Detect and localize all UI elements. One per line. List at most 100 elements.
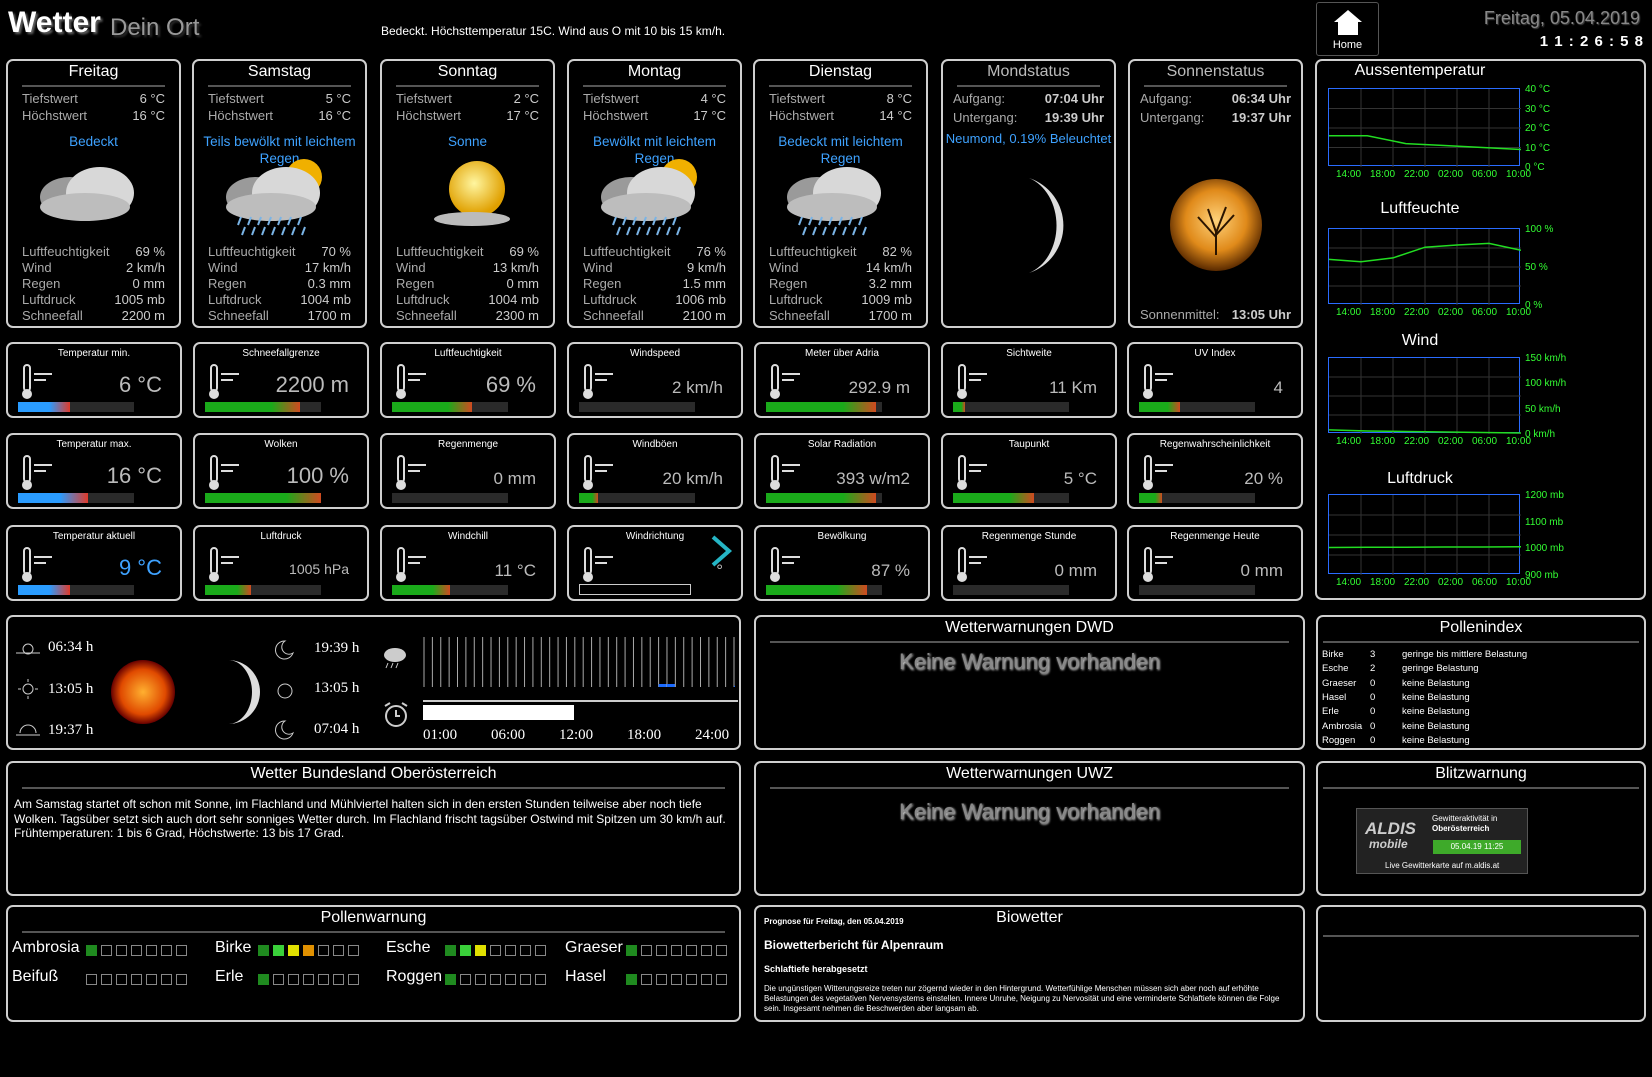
uv-index-icon — [1143, 364, 1173, 399]
sensor-level-fill — [205, 402, 301, 412]
wind-row: Wind 9 km/h — [583, 260, 726, 275]
pollen-level-box — [86, 974, 97, 986]
rain-probability-icon — [1143, 455, 1173, 490]
pollen-level-box — [348, 945, 359, 957]
sunrise-icon — [16, 643, 40, 655]
alarm-clock-icon — [384, 702, 408, 727]
thermometer-max-icon — [22, 455, 52, 490]
sensor-solar-radiation: Solar Radiation 393 w/m2 — [754, 433, 930, 509]
graph-x-tick: 18:00 — [1370, 169, 1396, 180]
graph-y-tick: 1100 mb — [1525, 516, 1564, 528]
pollen-level-box — [303, 974, 314, 986]
sensor-level-bar — [18, 493, 134, 503]
sensor-windböen: Windböen 20 km/h — [567, 433, 743, 509]
pollenindex-text: keine Belastung — [1402, 706, 1470, 718]
sensor-windchill: Windchill 11 °C — [380, 525, 556, 601]
sensor-level-bar — [205, 585, 321, 595]
thermometer-min-icon — [22, 364, 52, 399]
wind-direction-icon — [583, 547, 613, 582]
rain-hour-bar — [658, 684, 667, 687]
sensor-level-fill — [766, 585, 867, 595]
daylight-time-tick: 12:00 — [559, 727, 594, 743]
graph-y-tick: 100 km/h — [1525, 378, 1567, 390]
snowline-row: Schneefall 1700 m — [769, 308, 912, 323]
pollenwarning-title: Pollenwarnung — [320, 909, 427, 926]
sensor-level-fill — [766, 493, 877, 503]
sun-sphere-icon — [1170, 179, 1262, 271]
graph-y-tick: 1000 mb — [1525, 543, 1564, 555]
pollen-level-box — [460, 974, 471, 986]
pollen-level-box — [535, 945, 546, 957]
pollenindex-text: keine Belastung — [1402, 734, 1470, 746]
graph-x-tick: 02:00 — [1438, 169, 1464, 180]
sensor-title: Regenwahrscheinlichkeit — [1159, 439, 1271, 450]
sensor-level-bar — [953, 493, 1069, 503]
pollenindex-name: Roggen — [1322, 734, 1356, 746]
sensor-level-bar — [1139, 585, 1255, 595]
pollen-name: Hasel — [565, 968, 606, 985]
pollen-level-box — [641, 974, 652, 986]
sensor-title: Meter über Adria — [805, 348, 879, 359]
graph-x-tick: 14:00 — [1336, 436, 1362, 447]
pressure-row: Luftdruck 1004 mb — [208, 292, 351, 307]
forecast-panel-dienstag: Dienstag Tiefstwert 8 °C Höchstwert 14 °C … — [753, 59, 928, 328]
pollen-level-box — [671, 945, 682, 957]
graph-line — [1328, 358, 1522, 434]
sensor-bewölkung: Bewölkung 87 % — [754, 525, 930, 601]
pollen-level-box — [445, 974, 456, 986]
daylight-time-tick: 01:00 — [423, 727, 458, 743]
pollen-level-boxes — [445, 942, 550, 960]
graph-plot-luftdruck — [1328, 494, 1522, 575]
moon-small-icon — [228, 660, 260, 724]
humidity-row: Luftfeuchtigkeit 76 % — [583, 244, 726, 259]
graph-x-tick: 10:00 — [1506, 169, 1532, 180]
daylight-time-tick: 24:00 — [695, 727, 730, 743]
sensor-title: Luftdruck — [260, 531, 302, 542]
graph-y-tick: 50 km/h — [1525, 403, 1561, 415]
sensor-title: Windböen — [632, 439, 678, 450]
forecast-day: Montag — [627, 63, 682, 80]
altitude-icon — [770, 364, 800, 399]
bundesland-title: Wetter Bundesland Oberösterreich — [250, 765, 497, 782]
pollenindex-val: 0 — [1370, 734, 1376, 746]
graph-x-tick: 22:00 — [1404, 436, 1430, 447]
sensor-schneefallgrenze: Schneefallgrenze 2200 m — [193, 342, 369, 418]
uwz-warning-panel: Wetterwarnungen UWZ Keine Warnung vorhan… — [754, 761, 1305, 896]
pollen-name: Graeser — [565, 939, 623, 956]
pollen-level-box — [445, 945, 456, 957]
pollen-level-box — [716, 945, 727, 957]
moonset-icon — [275, 640, 294, 660]
uwz-title: Wetterwarnungen UWZ — [946, 765, 1113, 782]
app-title: Wetter — [8, 6, 101, 39]
humidity-icon — [396, 364, 426, 399]
pressure-row: Luftdruck 1004 mb — [396, 292, 539, 307]
pollen-level-box — [101, 945, 112, 957]
home-button[interactable]: Home — [1316, 2, 1379, 56]
sensor-level-fill — [205, 585, 252, 595]
pollenindex-name: Hasel — [1322, 691, 1347, 703]
graph-title: Luftfeuchte — [1380, 200, 1460, 217]
graph-x-tick: 02:00 — [1438, 577, 1464, 588]
humidity-row: Luftfeuchtigkeit 82 % — [769, 244, 912, 259]
moonrise-icon — [275, 720, 294, 740]
sunrise-row: Aufgang: 06:34 Uhr — [1140, 91, 1291, 106]
rain-row: Regen 0 mm — [22, 276, 165, 291]
rain-row: Regen 1.5 mm — [583, 276, 726, 291]
bundesland-text: Am Samstag startet oft schon mit Sonne, … — [14, 797, 726, 840]
pollen-level-box — [535, 974, 546, 986]
daylight-time-tick: 06:00 — [491, 727, 526, 743]
barometer-icon — [209, 547, 239, 582]
graph-x-tick: 18:00 — [1370, 307, 1396, 318]
graph-x-tick: 06:00 — [1472, 307, 1498, 318]
aldis-timestamp: 05.04.19 11:25 — [1433, 840, 1521, 854]
sensor-value: 6 °C — [118, 372, 162, 397]
forecast-description: Bedeckt — [69, 134, 118, 149]
sensor-title: Taupunkt — [1008, 439, 1050, 450]
min-temp-row: Tiefstwert 6 °C — [22, 91, 165, 106]
graph-plot-luftfeuchte — [1328, 228, 1522, 305]
windsock-icon — [583, 364, 613, 399]
aldis-widget[interactable]: ALDIS mobile Gewitteraktivität in Oberös… — [1356, 808, 1528, 874]
pressure-row: Luftdruck 1005 mb — [22, 292, 165, 307]
current-time: 1 1 : 2 6 : 5 8 — [1539, 33, 1644, 50]
pollen-level-box — [288, 974, 299, 986]
